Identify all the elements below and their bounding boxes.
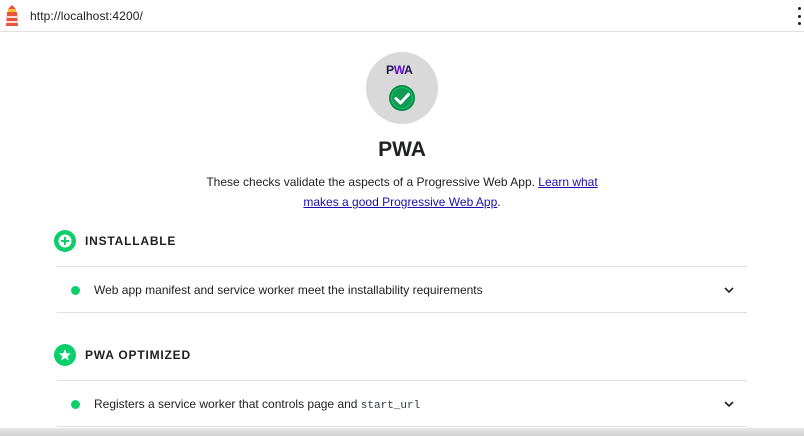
category-title: PWA bbox=[378, 138, 426, 161]
url-text[interactable]: http://localhost:4200/ bbox=[30, 9, 143, 23]
pass-status-dot bbox=[71, 286, 80, 295]
chevron-down-icon[interactable] bbox=[723, 285, 735, 295]
group-header-installable: INSTALLABLE bbox=[54, 230, 176, 252]
audit-row-service-worker[interactable]: Registers a service worker that controls… bbox=[57, 382, 747, 426]
more-options-icon[interactable] bbox=[796, 7, 802, 25]
window-bottom-edge bbox=[0, 428, 804, 436]
lighthouse-icon bbox=[6, 5, 18, 26]
start-url-code: start_url bbox=[360, 400, 421, 412]
pwa-logo-icon: PWA bbox=[386, 63, 413, 77]
divider bbox=[57, 426, 747, 427]
divider bbox=[57, 380, 747, 381]
audit-row-installable-manifest[interactable]: Web app manifest and service worker meet… bbox=[57, 268, 747, 312]
audit-title: Web app manifest and service worker meet… bbox=[94, 283, 483, 297]
divider bbox=[57, 312, 747, 313]
browser-address-bar: http://localhost:4200/ bbox=[0, 0, 804, 32]
star-circle-icon bbox=[54, 344, 76, 366]
plus-circle-icon bbox=[54, 230, 76, 252]
pwa-category-gauge: PWA bbox=[366, 52, 438, 124]
description-text: These checks validate the aspects of a P… bbox=[206, 175, 539, 189]
audit-title: Registers a service worker that controls… bbox=[94, 397, 421, 412]
chevron-down-icon[interactable] bbox=[723, 399, 735, 409]
group-label: INSTALLABLE bbox=[85, 234, 177, 248]
category-description: These checks validate the aspects of a P… bbox=[206, 175, 598, 209]
group-label: PWA OPTIMIZED bbox=[85, 348, 191, 362]
check-badge-icon bbox=[389, 85, 415, 111]
divider bbox=[57, 266, 747, 267]
pass-status-dot bbox=[71, 400, 80, 409]
group-header-pwa-optimized: PWA OPTIMIZED bbox=[54, 344, 191, 366]
